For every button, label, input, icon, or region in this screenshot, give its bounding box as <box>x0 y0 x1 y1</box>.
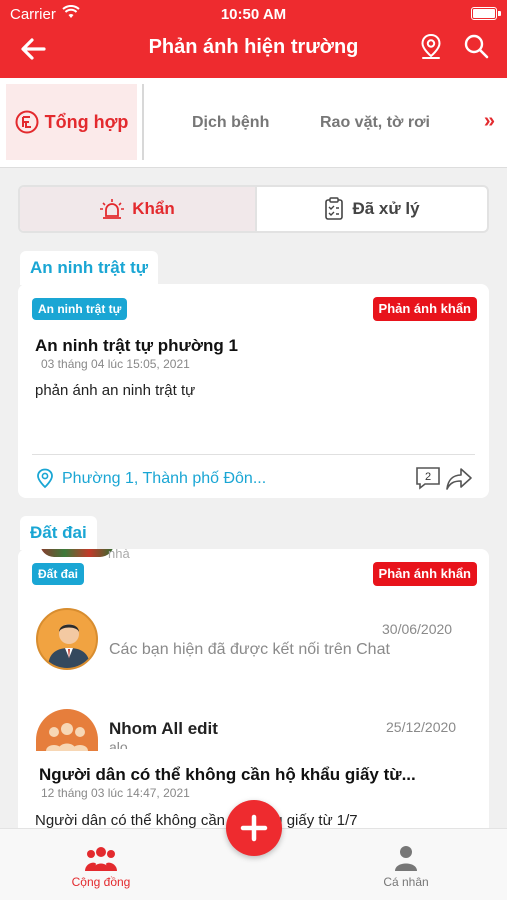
map-pin-icon <box>421 33 441 59</box>
share-button[interactable] <box>444 465 474 493</box>
avatar <box>36 608 98 670</box>
section-title-an-ninh: An ninh trật tự <box>20 251 159 285</box>
page-title: Phản ánh hiện trường <box>148 36 359 58</box>
tabs-more-button[interactable]: » <box>484 110 495 133</box>
tab-community[interactable]: Cộng đồng <box>46 845 156 889</box>
back-button[interactable] <box>18 34 58 70</box>
post-location[interactable]: Phường 1, Thành phố Đôn... <box>36 468 266 490</box>
category-tag: Đất đai <box>32 563 85 585</box>
partial-avatar <box>40 549 114 557</box>
tab-personal-label: Cá nhân <box>383 875 429 889</box>
section-title-dat-dai: Đất đai <box>20 516 97 550</box>
tab-personal[interactable]: Cá nhân <box>351 845 461 889</box>
status-bar: Carrier 10:50 AM <box>0 0 507 28</box>
chat-message: Các bạn hiện đã được kết nối trên Chat <box>109 641 390 658</box>
siren-icon <box>100 199 125 219</box>
tab-community-label: Cộng đồng <box>71 875 131 889</box>
location-button[interactable] <box>419 33 447 65</box>
group-avatar <box>36 709 98 751</box>
chat-date: 25/12/2020 <box>386 719 457 735</box>
post-body: Người dân có thể không cần hộ khẩu giấy … <box>35 812 358 829</box>
post-date: 03 tháng 04 lúc 15:05, 2021 <box>41 357 190 371</box>
arrow-left-icon <box>21 38 46 60</box>
news-icon <box>15 110 39 134</box>
comment-icon: 2 <box>416 467 440 490</box>
status-segment: Khẩn Đã xử lý <box>18 185 489 233</box>
segment-processed-label: Đã xử lý <box>352 199 420 218</box>
tab-divider <box>142 84 144 160</box>
post-card[interactable]: nhà Đất đai Phản ánh khẩn Các bạn hiện đ… <box>18 549 489 839</box>
search-button[interactable] <box>463 33 493 65</box>
search-icon <box>464 34 489 59</box>
location-pin-icon <box>37 468 53 489</box>
tab-tong-hop-label: Tổng hợp <box>44 111 129 132</box>
add-post-button[interactable] <box>226 800 282 856</box>
group-icon <box>46 723 88 751</box>
post-title: Người dân có thể không cần hộ khẩu giấy … <box>39 765 416 784</box>
chat-name: Nhom All edit <box>109 719 218 738</box>
category-tag: An ninh trật tự <box>32 298 128 320</box>
tab-dich-benh[interactable]: Dịch bệnh <box>192 114 269 132</box>
card-divider <box>32 454 475 455</box>
comment-count: 2 <box>425 471 431 483</box>
segment-urgent-label: Khẩn <box>132 199 175 218</box>
battery-icon <box>471 7 497 20</box>
tab-rao-vat[interactable]: Rao vặt, tờ rơi <box>320 114 430 132</box>
post-title: An ninh trật tự phường 1 <box>35 336 238 355</box>
partial-chat-text: nhà <box>108 549 130 561</box>
app-header: Carrier 10:50 AM Phản ánh hiện trường <box>0 0 507 78</box>
post-card[interactable]: An ninh trật tự Phản ánh khẩn An ninh tr… <box>18 284 489 498</box>
chat-date: 30/06/2020 <box>382 621 453 637</box>
clock: 10:50 AM <box>220 6 287 23</box>
comment-button[interactable]: 2 <box>415 466 441 490</box>
segment-processed[interactable]: Đã xử lý <box>255 187 487 231</box>
person-icon <box>395 846 417 871</box>
navbar: Phản ánh hiện trường <box>0 28 507 78</box>
clipboard-check-icon <box>325 197 344 220</box>
tab-tong-hop[interactable]: Tổng hợp <box>6 84 137 160</box>
urgent-badge: Phản ánh khẩn <box>372 297 477 321</box>
share-arrow-icon <box>446 468 472 490</box>
category-tabs: Tổng hợp Dịch bệnh Rao vặt, tờ rơi » <box>0 78 507 168</box>
segment-urgent[interactable]: Khẩn <box>20 187 255 231</box>
post-body: phản ánh an ninh trật tự <box>35 382 196 399</box>
post-date: 12 tháng 03 lúc 14:47, 2021 <box>41 786 190 800</box>
plus-icon <box>240 814 268 842</box>
businessman-icon <box>48 624 90 668</box>
battery-tip <box>498 11 501 16</box>
post-location-label: Phường 1, Thành phố Đôn... <box>62 470 267 487</box>
chat-message: alo <box>109 739 128 749</box>
people-icon <box>85 847 117 871</box>
urgent-badge: Phản ánh khẩn <box>372 562 477 586</box>
